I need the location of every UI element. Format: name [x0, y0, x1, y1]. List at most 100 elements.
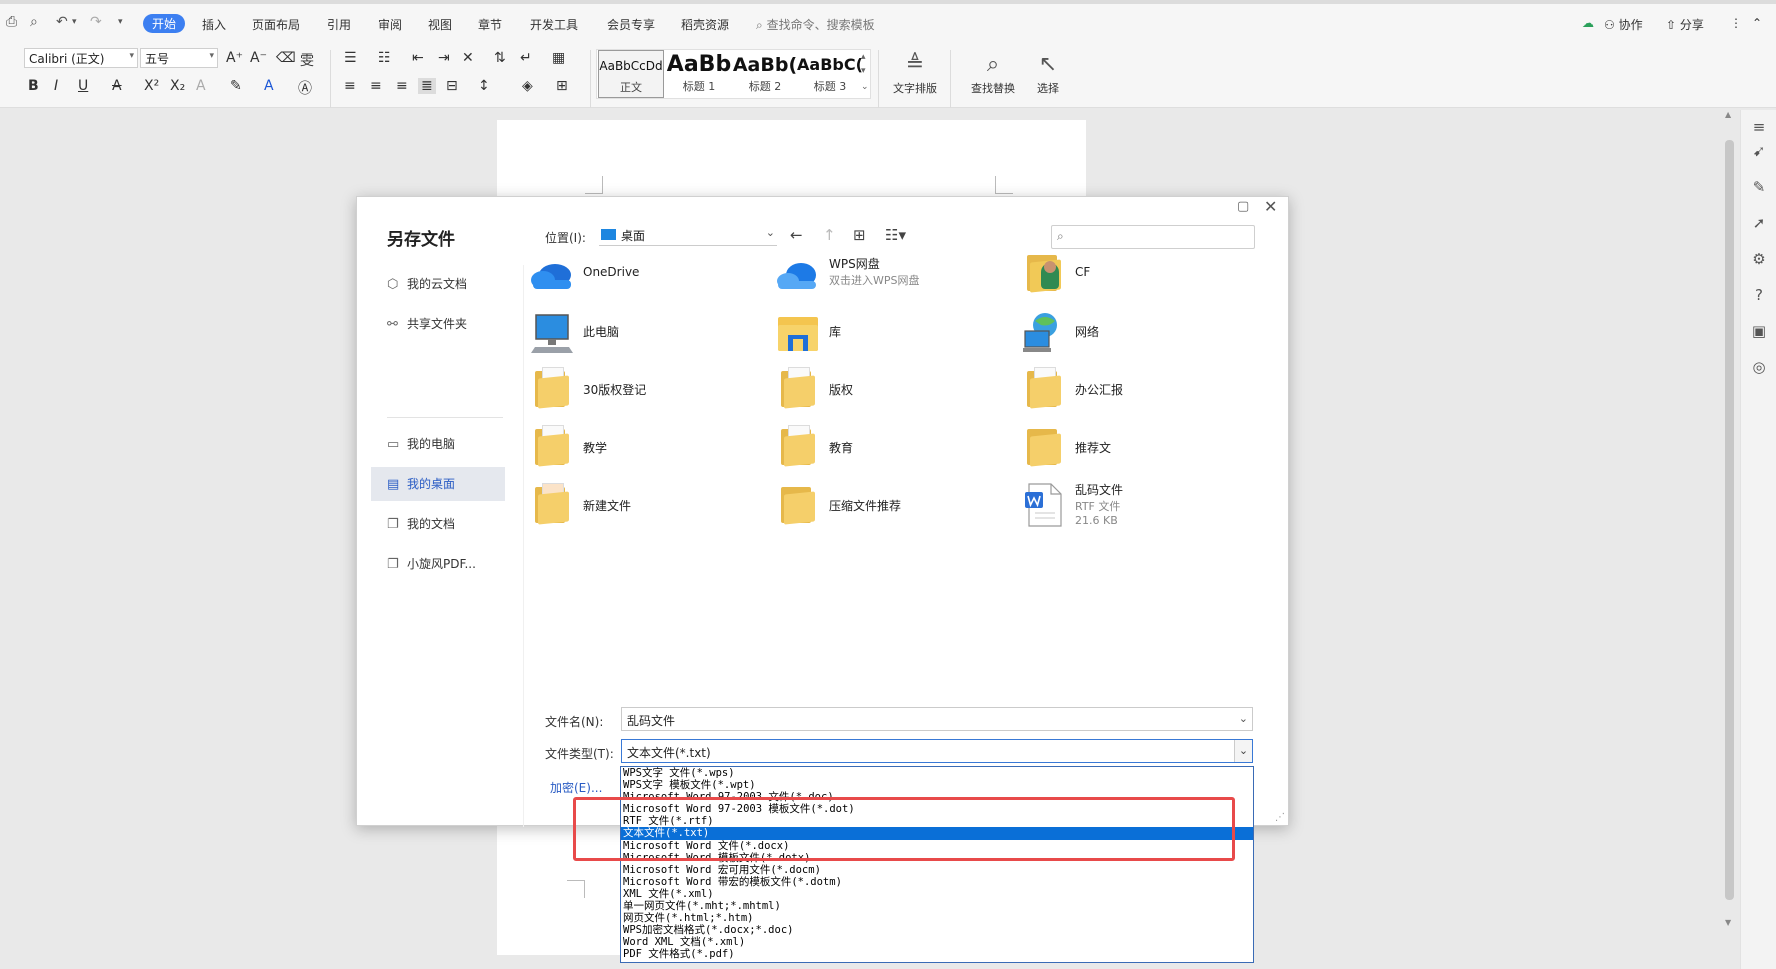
cloud-sync-icon[interactable]: ☁ — [1582, 16, 1594, 30]
sliders-icon[interactable]: ⚙ — [1750, 250, 1768, 268]
undo-dropdown-icon[interactable]: ▾ — [72, 17, 77, 27]
tab-view[interactable]: 视图 — [428, 16, 452, 33]
char-border-icon[interactable]: Ⓐ — [298, 78, 312, 98]
align-right-icon[interactable]: ≡ — [396, 78, 408, 94]
file-item[interactable]: 教学 — [529, 423, 769, 475]
filetype-dropdown-list[interactable]: WPS文字 文件(*.wps) WPS文字 模板文件(*.wpt) Micros… — [620, 766, 1254, 963]
increase-indent-icon[interactable]: ⇥ — [438, 50, 450, 66]
tab-page-layout[interactable]: 页面布局 — [252, 16, 300, 33]
filetype-option[interactable]: WPS加密文档格式(*.docx;*.doc) — [621, 924, 1253, 936]
print-icon[interactable]: ⎙ — [6, 14, 17, 30]
nav-shared-folder[interactable]: ⚯ 共享文件夹 — [371, 307, 505, 341]
up-arrow-icon[interactable]: ↑ — [823, 226, 836, 244]
compass-icon[interactable]: ◎ — [1750, 358, 1768, 376]
filetype-option[interactable]: PDF 文件格式(*.pdf) — [621, 948, 1253, 960]
line-spacing-icon[interactable]: ↕ — [478, 78, 490, 94]
tab-docer[interactable]: 稻壳资源 — [681, 16, 729, 33]
file-item[interactable]: CF — [1021, 249, 1261, 301]
file-item[interactable]: 新建文件 — [529, 481, 769, 533]
font-name-combo[interactable]: Calibri (正文) ▾ — [24, 48, 138, 68]
chinese-layout-icon[interactable]: ✕ — [462, 50, 474, 66]
back-arrow-icon[interactable]: ← — [790, 226, 803, 244]
file-item[interactable]: 压缩文件推荐 — [775, 481, 1015, 533]
undo-icon[interactable]: ↶ — [56, 14, 68, 30]
filetype-option[interactable]: WPS文字 模板文件(*.wpt) — [621, 779, 1253, 791]
phonetic-icon[interactable]: 雯 — [300, 50, 314, 70]
style-heading-3[interactable]: AaBbC( 标题 3 — [797, 50, 863, 98]
collab-button[interactable]: ⚇ 协作 — [1604, 16, 1643, 33]
file-item[interactable]: 库 — [775, 307, 1015, 359]
resize-grip-icon[interactable]: ⋰ — [1275, 812, 1285, 823]
file-item[interactable]: WPS网盘 双击进入WPS网盘 — [775, 249, 1015, 301]
highlight-icon[interactable]: ✎ — [230, 78, 242, 94]
tab-developer[interactable]: 开发工具 — [530, 16, 578, 33]
scroll-up-icon[interactable]: ▲ — [1725, 110, 1731, 119]
more-menu-icon[interactable]: ⋮ — [1730, 16, 1742, 30]
distribute-icon[interactable]: ⊟ — [446, 78, 458, 94]
select-button[interactable]: ↖ 选择 — [1028, 50, 1068, 96]
bullet-list-icon[interactable]: ☰ — [344, 50, 357, 66]
collapse-ribbon-icon[interactable]: ⌃ — [1752, 16, 1762, 30]
tab-chapter[interactable]: 章节 — [478, 16, 502, 33]
image-icon[interactable]: ▣ — [1750, 322, 1768, 340]
file-item[interactable]: OneDrive — [529, 249, 769, 301]
shrink-font-icon[interactable]: A⁻ — [250, 50, 267, 66]
filetype-option[interactable]: 单一网页文件(*.mht;*.mhtml) — [621, 900, 1253, 912]
bold-icon[interactable]: B — [28, 78, 39, 94]
strikethrough-icon[interactable]: A — [112, 78, 122, 94]
encrypt-link[interactable]: 加密(E)... — [550, 779, 602, 796]
scroll-down-icon[interactable]: ▼ — [1725, 918, 1731, 927]
decrease-indent-icon[interactable]: ⇤ — [412, 50, 424, 66]
print-preview-icon[interactable]: ⌕ — [30, 14, 38, 30]
filetype-option[interactable]: WPS文字 文件(*.wps) — [621, 767, 1253, 779]
table-border-icon[interactable]: ▦ — [552, 50, 565, 66]
sort-icon[interactable]: ⇅ — [494, 50, 506, 66]
vertical-scrollbar[interactable]: ▲ ▼ — [1720, 110, 1738, 969]
filetype-option[interactable]: 网页文件(*.html;*.htm) — [621, 912, 1253, 924]
italic-icon[interactable]: I — [54, 78, 58, 94]
file-item[interactable]: 办公汇报 — [1021, 365, 1261, 417]
font-color-icon[interactable]: A — [264, 78, 274, 94]
filename-field[interactable]: 乱码文件 ⌄ — [621, 707, 1253, 731]
command-search[interactable]: ⌕ 查找命令、搜索模板 — [756, 16, 875, 33]
redo-icon[interactable]: ↷ — [90, 14, 102, 30]
gallery-expand-icon[interactable]: ⌄ — [861, 82, 869, 92]
align-left-icon[interactable]: ≡ — [344, 78, 356, 94]
view-mode-icon[interactable]: ☷▾ — [885, 226, 906, 244]
tab-home[interactable]: 开始 — [143, 14, 186, 33]
filetype-option[interactable]: Microsoft Word 带宏的模板文件(*.dotm) — [621, 876, 1253, 888]
find-replace-button[interactable]: ⌕ 查找替换 — [964, 50, 1022, 96]
close-icon[interactable]: ✕ — [1264, 197, 1277, 216]
customize-dropdown-icon[interactable]: ▾ — [118, 17, 123, 27]
clear-format-icon[interactable]: ⌫ — [276, 50, 296, 66]
show-marks-icon[interactable]: ↵ — [520, 50, 532, 66]
filetype-option[interactable]: Word XML 文档(*.xml) — [621, 936, 1253, 948]
shading-icon[interactable]: ◈ — [522, 78, 533, 94]
filetype-option[interactable]: XML 文件(*.xml) — [621, 888, 1253, 900]
borders-icon[interactable]: ⊞ — [556, 78, 568, 94]
number-list-icon[interactable]: ☷ — [378, 50, 391, 66]
file-item[interactable]: 网络 — [1021, 307, 1261, 359]
gallery-scroll-up-icon[interactable]: ▴ — [861, 52, 866, 62]
file-item[interactable]: 版权 — [775, 365, 1015, 417]
justify-icon[interactable]: ≣ — [418, 78, 436, 94]
share-button[interactable]: ⇧ 分享 — [1666, 16, 1704, 33]
nav-my-computer[interactable]: ▭ 我的电脑 — [371, 427, 505, 461]
location-combo[interactable]: 桌面 ⌄ — [599, 224, 777, 246]
help-icon[interactable]: ? — [1750, 286, 1768, 304]
chevron-down-icon[interactable]: ⌄ — [1234, 740, 1252, 762]
align-center-icon[interactable]: ≡ — [370, 78, 382, 94]
subscript-icon[interactable]: X₂ — [170, 78, 185, 94]
filetype-option[interactable]: Microsoft Word 宏可用文件(*.docm) — [621, 864, 1253, 876]
style-normal[interactable]: AaBbCcDd 正文 — [598, 50, 664, 98]
tab-review[interactable]: 审阅 — [378, 16, 402, 33]
nav-my-desktop[interactable]: ▤ 我的桌面 — [371, 467, 505, 501]
file-search-box[interactable]: ⌕ — [1051, 225, 1255, 249]
tab-member[interactable]: 会员专享 — [607, 16, 655, 33]
rocket-icon[interactable]: ➹ — [1750, 142, 1768, 160]
maximize-icon[interactable]: ▢ — [1237, 199, 1249, 214]
superscript-icon[interactable]: X² — [144, 78, 159, 94]
nav-pdf-app[interactable]: ❐ 小旋风PDF... — [371, 547, 505, 581]
menu-icon[interactable]: ≡ — [1750, 118, 1768, 136]
file-item[interactable]: 教育 — [775, 423, 1015, 475]
